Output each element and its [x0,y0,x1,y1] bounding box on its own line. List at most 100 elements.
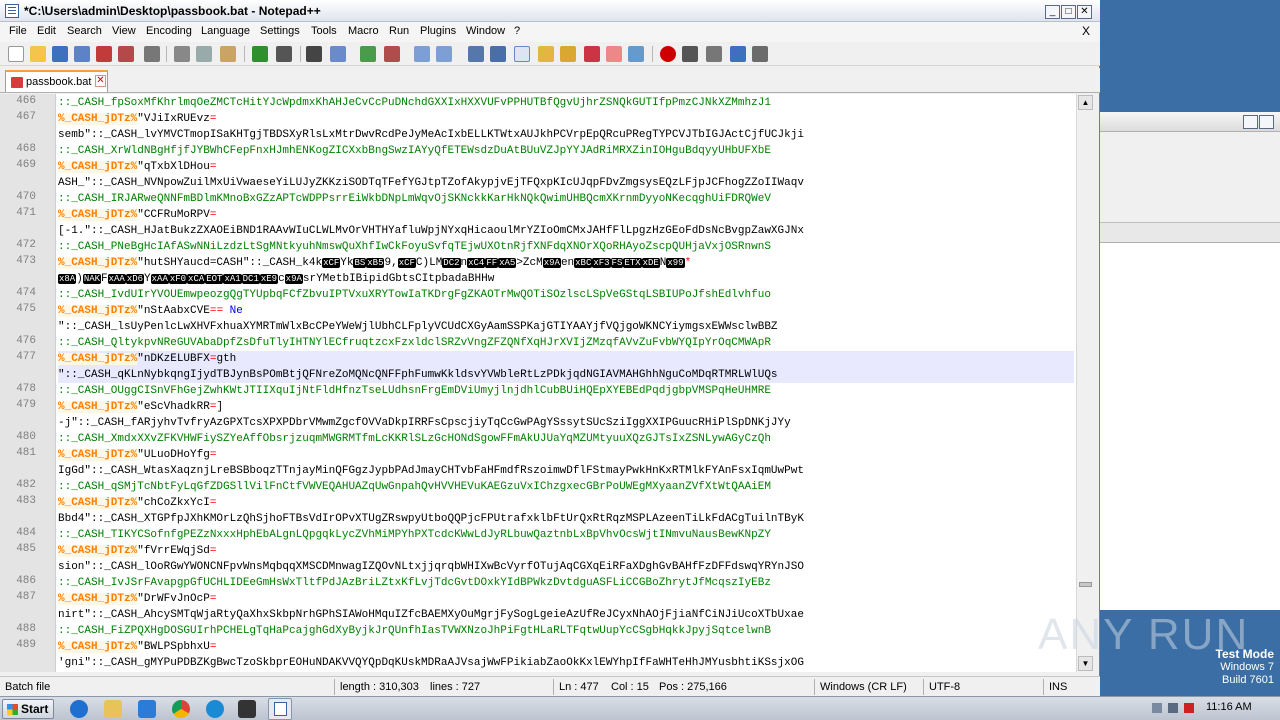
menu-settings[interactable]: Settings [260,25,300,37]
menu-edit[interactable]: Edit [37,25,56,37]
close-document-x[interactable]: X [1082,24,1090,38]
menu-macro[interactable]: Macro [348,25,379,37]
line-number: 474 [16,287,36,299]
code-line: %_CASH_jDTz%"nDKzELUBFX=gth [58,351,1074,367]
menu-tools[interactable]: Tools [311,25,337,37]
run-multiple-macro-icon[interactable] [730,46,746,62]
monitoring-icon[interactable] [628,46,644,62]
cmd-bat-icon[interactable] [238,700,256,718]
scroll-up-button[interactable]: ▲ [1078,95,1093,110]
start-button[interactable]: Start [2,699,54,719]
code-line: ASH_"::_CASH_NVNpowZuilMxUiVwaeseYiLUJyZ… [58,175,1074,191]
new-file-icon[interactable] [8,46,24,62]
menu-run[interactable]: Run [389,25,409,37]
menu-view[interactable]: View [112,25,136,37]
indent-guide-icon[interactable] [514,46,530,62]
line-number: 468 [16,143,36,155]
menu-encoding[interactable]: Encoding [146,25,192,37]
control-char-token: 9, [384,257,398,269]
play-macro-icon[interactable] [706,46,722,62]
print-icon[interactable] [144,46,160,62]
line-number: 489 [16,639,36,651]
close-file-icon[interactable] [96,46,112,62]
menu-window[interactable]: Window [466,25,505,37]
code-line: ::_CASH_IvJSrFAvapgpGfUCHLIDEeGmHsWxTltf… [58,575,1074,591]
show-all-chars-icon[interactable] [490,46,506,62]
maximize-button[interactable]: □ [1061,5,1076,19]
notepad-app-icon[interactable] [5,4,19,18]
media-player-icon[interactable] [138,700,156,718]
redo-icon[interactable] [276,46,292,62]
zoom-out-icon[interactable] [384,46,400,62]
notepadpp-taskbar-button[interactable] [268,698,292,720]
code-line: ::_CASH_fpSoxMfKhrlmqOeZMCTcHitYJcWpdmxK… [58,95,1074,111]
folder-workspace-icon[interactable] [538,46,554,62]
code-line: ::_CASH_XmdxXXvZFKVHWFiySZYeAffObsrjzuqm… [58,431,1074,447]
ie-icon[interactable] [70,700,88,718]
comment-text: ::_CASH_QltykpvNReGUVAbaDpfZsDfuTlyIHTNY… [58,337,771,349]
line-number-gutter: 466 467 468 469 470 471 472 473 474 475 476 477 478 4… [0,94,56,672]
open-file-icon[interactable] [30,46,46,62]
control-char-token: Yk [340,257,354,269]
control-char-token: x8A [58,274,77,284]
stop-macro-icon[interactable] [682,46,698,62]
edge-icon[interactable] [206,700,224,718]
string-token: "DrWFvJnOcP [137,593,210,605]
background-window-bar [1100,222,1280,242]
save-all-icon[interactable] [74,46,90,62]
document-map-icon[interactable] [560,46,576,62]
code-line: %_CASH_jDTz%"nStAabxCVE== Ne [58,303,1074,319]
control-char-token: xCF [322,258,341,268]
menu-plugins[interactable]: Plugins [420,25,456,37]
tab-close-button[interactable]: ✕ [95,75,106,87]
menu-file[interactable]: File [9,25,27,37]
explorer-icon[interactable] [104,700,122,718]
folder-as-workspace-icon[interactable] [606,46,622,62]
close-all-icon[interactable] [118,46,134,62]
save-macro-icon[interactable] [752,46,768,62]
operator-token: = [209,593,217,605]
menu-help[interactable]: ? [514,25,520,37]
function-list-icon[interactable] [584,46,600,62]
security-icon[interactable] [1184,703,1194,713]
line-number: 479 [16,399,36,411]
paste-icon[interactable] [220,46,236,62]
save-icon[interactable] [52,46,68,62]
scroll-thumb[interactable] [1079,582,1092,587]
tab-passbook-bat[interactable]: passbook.bat ✕ [5,70,108,92]
code-text: semb"::_CASH_lvYMVCTmopISaKHTgjTBDSXyRls… [58,129,804,141]
code-text: nirt"::_CASH_AhcySMTqWjaRtyQaXhxSkbpNrhG… [58,609,804,621]
copy-icon[interactable] [196,46,212,62]
code-line: %_CASH_jDTz%"fVrrEWqjSd= [58,543,1074,559]
title-bar[interactable]: *C:\Users\admin\Desktop\passbook.bat - N… [0,0,1100,22]
minimize-button[interactable]: _ [1045,5,1060,19]
control-char-token: xCF [397,258,416,268]
vertical-scrollbar[interactable]: ▲ ▼ [1076,94,1093,672]
code-line: ::_CASH_qSMjTcNbtFyLqGfZDGSllVilFnCtfVWV… [58,479,1074,495]
code-text: -j"::_CASH_fARjyhvTvfryAzGPXTcsXPXPDbrVM… [58,417,791,429]
menu-search[interactable]: Search [67,25,102,37]
zoom-in-icon[interactable] [360,46,376,62]
find-icon[interactable] [306,46,322,62]
undo-icon[interactable] [252,46,268,62]
status-insert-mode: INS [1049,681,1068,693]
word-wrap-icon[interactable] [468,46,484,62]
sync-vertical-icon[interactable] [414,46,430,62]
tray-flag-icon[interactable] [1152,703,1162,713]
code-text: [-1."::_CASH_HJatBukzZXAOEiBND1RAAvWIuCL… [58,225,804,237]
record-macro-icon[interactable] [660,46,676,62]
clock[interactable]: 11:16 AM [1206,701,1252,713]
close-button[interactable]: ✕ [1077,5,1092,19]
editor-text-area[interactable]: 466 467 468 469 470 471 472 473 474 475 476 477 478 4… [0,94,1076,672]
bg-close-button[interactable] [1259,115,1274,129]
bg-restore-button[interactable] [1243,115,1258,129]
cut-icon[interactable] [174,46,190,62]
chrome-icon[interactable] [172,700,190,718]
code-line: ::_CASH_TIKYCSofnfgPEZzNxxxHphEbALgnLQpg… [58,527,1074,543]
sync-horizontal-icon[interactable] [436,46,452,62]
menu-language[interactable]: Language [201,25,250,37]
background-window [1100,112,1280,610]
code-line: %_CASH_jDTz%"BWLPSpbhxU= [58,639,1074,655]
replace-icon[interactable] [330,46,346,62]
network-icon[interactable] [1168,703,1178,713]
